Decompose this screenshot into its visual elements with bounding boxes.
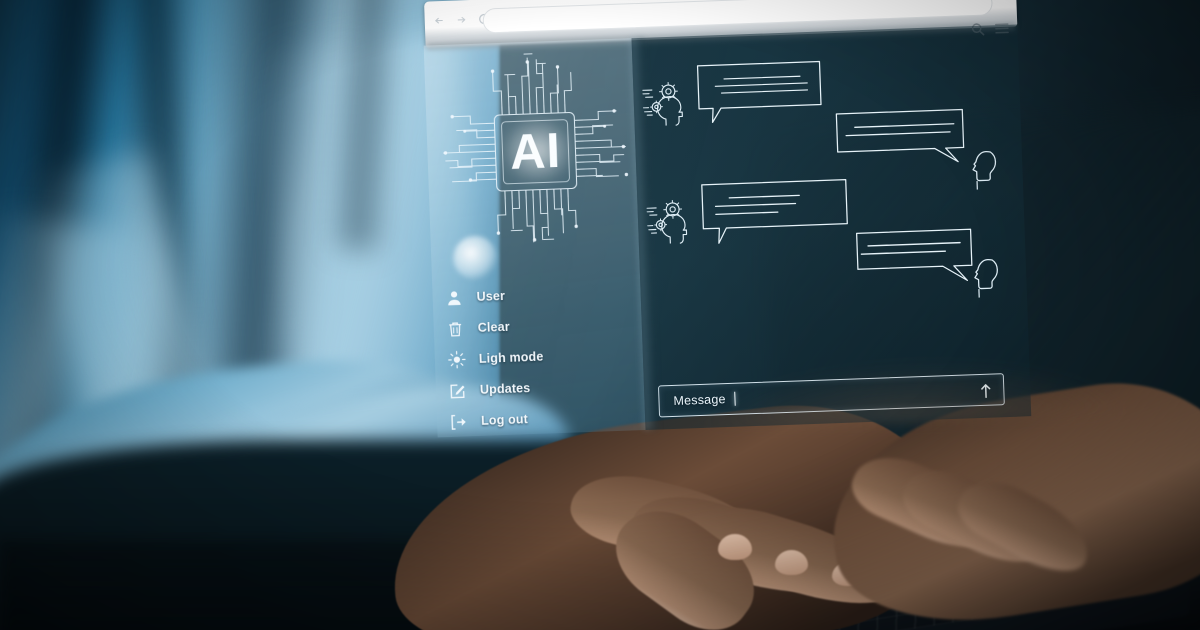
- user-head-icon: [971, 257, 1001, 305]
- screenshot-stage: AI User Clear Ligh mode Updates Log out …: [0, 0, 1200, 630]
- logout-icon: [449, 412, 469, 432]
- browser-window: AI User Clear Ligh mode Updates Log out …: [414, 0, 1126, 440]
- sidebar-item-label: Ligh mode: [478, 349, 544, 366]
- forward-arrow-icon[interactable]: [455, 13, 468, 26]
- sidebar-item-label: Updates: [479, 381, 531, 397]
- fingernail: [718, 534, 752, 560]
- ai-chip-logo: AI: [436, 42, 633, 254]
- back-arrow-icon[interactable]: [433, 14, 446, 27]
- send-up-arrow-icon[interactable]: [974, 379, 997, 401]
- sidebar-menu: User Clear Ligh mode Updates Log out: [444, 276, 635, 438]
- ai-head-gears-icon: [645, 196, 693, 251]
- sidebar-item-label: User: [476, 288, 506, 304]
- message-bubble-user[interactable]: [855, 226, 975, 286]
- laptop: [378, 363, 1200, 630]
- sidebar-item-label: Clear: [477, 319, 511, 335]
- user-head-icon: [969, 149, 999, 197]
- chat-area: Message: [631, 24, 1126, 430]
- app-panel: AI User Clear Ligh mode Updates Log out …: [423, 24, 1126, 438]
- sidebar: AI User Clear Ligh mode Updates Log out: [423, 38, 646, 438]
- ai-logo-text: AI: [509, 124, 562, 180]
- sidebar-item-label: Log out: [480, 412, 529, 428]
- trash-icon: [445, 319, 465, 339]
- message-bubble-ai[interactable]: [699, 178, 851, 247]
- fingernail: [775, 550, 808, 575]
- ai-head-gears-icon: [641, 78, 689, 133]
- message-bubble-ai[interactable]: [694, 59, 824, 126]
- message-placeholder: Message: [673, 392, 726, 408]
- sun-icon: [447, 350, 467, 370]
- user-icon: [444, 288, 464, 308]
- text-cursor: [734, 391, 737, 406]
- message-bubble-user[interactable]: [834, 106, 968, 167]
- edit-square-icon: [448, 381, 468, 401]
- message-list: [632, 24, 1032, 430]
- sidebar-item-log-out[interactable]: Log out: [449, 400, 636, 437]
